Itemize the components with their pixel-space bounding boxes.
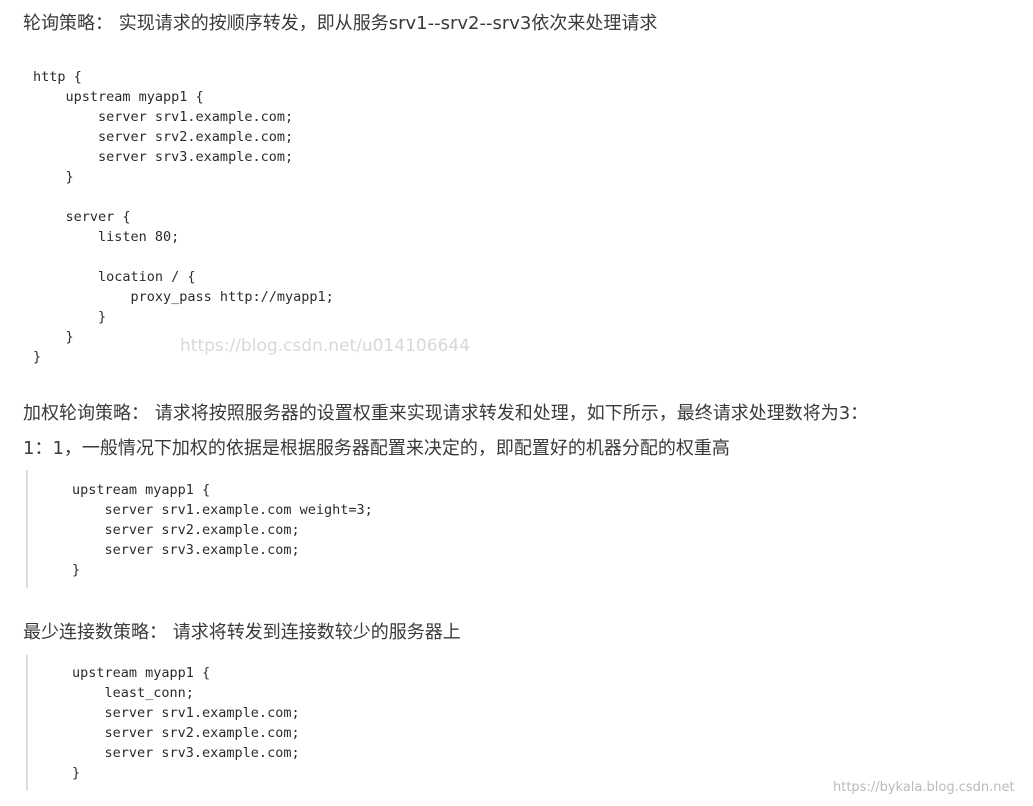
code-line: upstream myapp1 {: [72, 665, 211, 681]
code-line: }: [72, 562, 81, 578]
code-line: server srv3.example.com;: [72, 542, 300, 558]
code-line: server srv2.example.com;: [72, 725, 300, 741]
code-line: proxy_pass http://myapp1;: [33, 289, 334, 305]
code-block-least-conn: upstream myapp1 { least_conn; server srv…: [72, 663, 300, 783]
code-block-round-robin: http { upstream myapp1 { server srv1.exa…: [33, 67, 334, 367]
weighted-description-line-1: 加权轮询策略： 请求将按照服务器的设置权重来实现请求转发和处理，如下所示，最终请…: [23, 403, 869, 424]
code-line: server {: [33, 209, 131, 225]
code-line: server srv2.example.com;: [72, 522, 300, 538]
watermark: https://blog.csdn.net/u014106644: [180, 336, 470, 356]
code-line: server srv1.example.com weight=3;: [72, 502, 373, 518]
code-line: }: [33, 169, 74, 185]
code-block-border: [26, 470, 28, 588]
code-line: location / {: [33, 269, 196, 285]
code-block-weighted: upstream myapp1 { server srv1.example.co…: [72, 480, 373, 580]
least-conn-description: 最少连接数策略： 请求将转发到连接数较少的服务器上: [23, 622, 461, 643]
code-line: server srv3.example.com;: [33, 149, 294, 165]
code-line: http {: [33, 69, 82, 85]
watermark: https://bykala.blog.csdn.net: [833, 780, 1015, 795]
code-line: least_conn;: [72, 685, 194, 701]
code-line: server srv1.example.com;: [33, 109, 294, 125]
weighted-description-line-2: 1：1，一般情况下加权的依据是根据服务器配置来决定的，即配置好的机器分配的权重高: [23, 438, 730, 459]
code-line: server srv1.example.com;: [72, 705, 300, 721]
code-line: }: [33, 309, 107, 325]
code-block-border: [26, 655, 28, 791]
code-line: server srv3.example.com;: [72, 745, 300, 761]
code-line: }: [72, 765, 81, 781]
code-line: listen 80;: [33, 229, 180, 245]
code-line: server srv2.example.com;: [33, 129, 294, 145]
code-line: upstream myapp1 {: [33, 89, 204, 105]
round-robin-description: 轮询策略： 实现请求的按顺序转发，即从服务srv1--srv2--srv3依次来…: [23, 13, 658, 34]
code-line: upstream myapp1 {: [72, 482, 211, 498]
